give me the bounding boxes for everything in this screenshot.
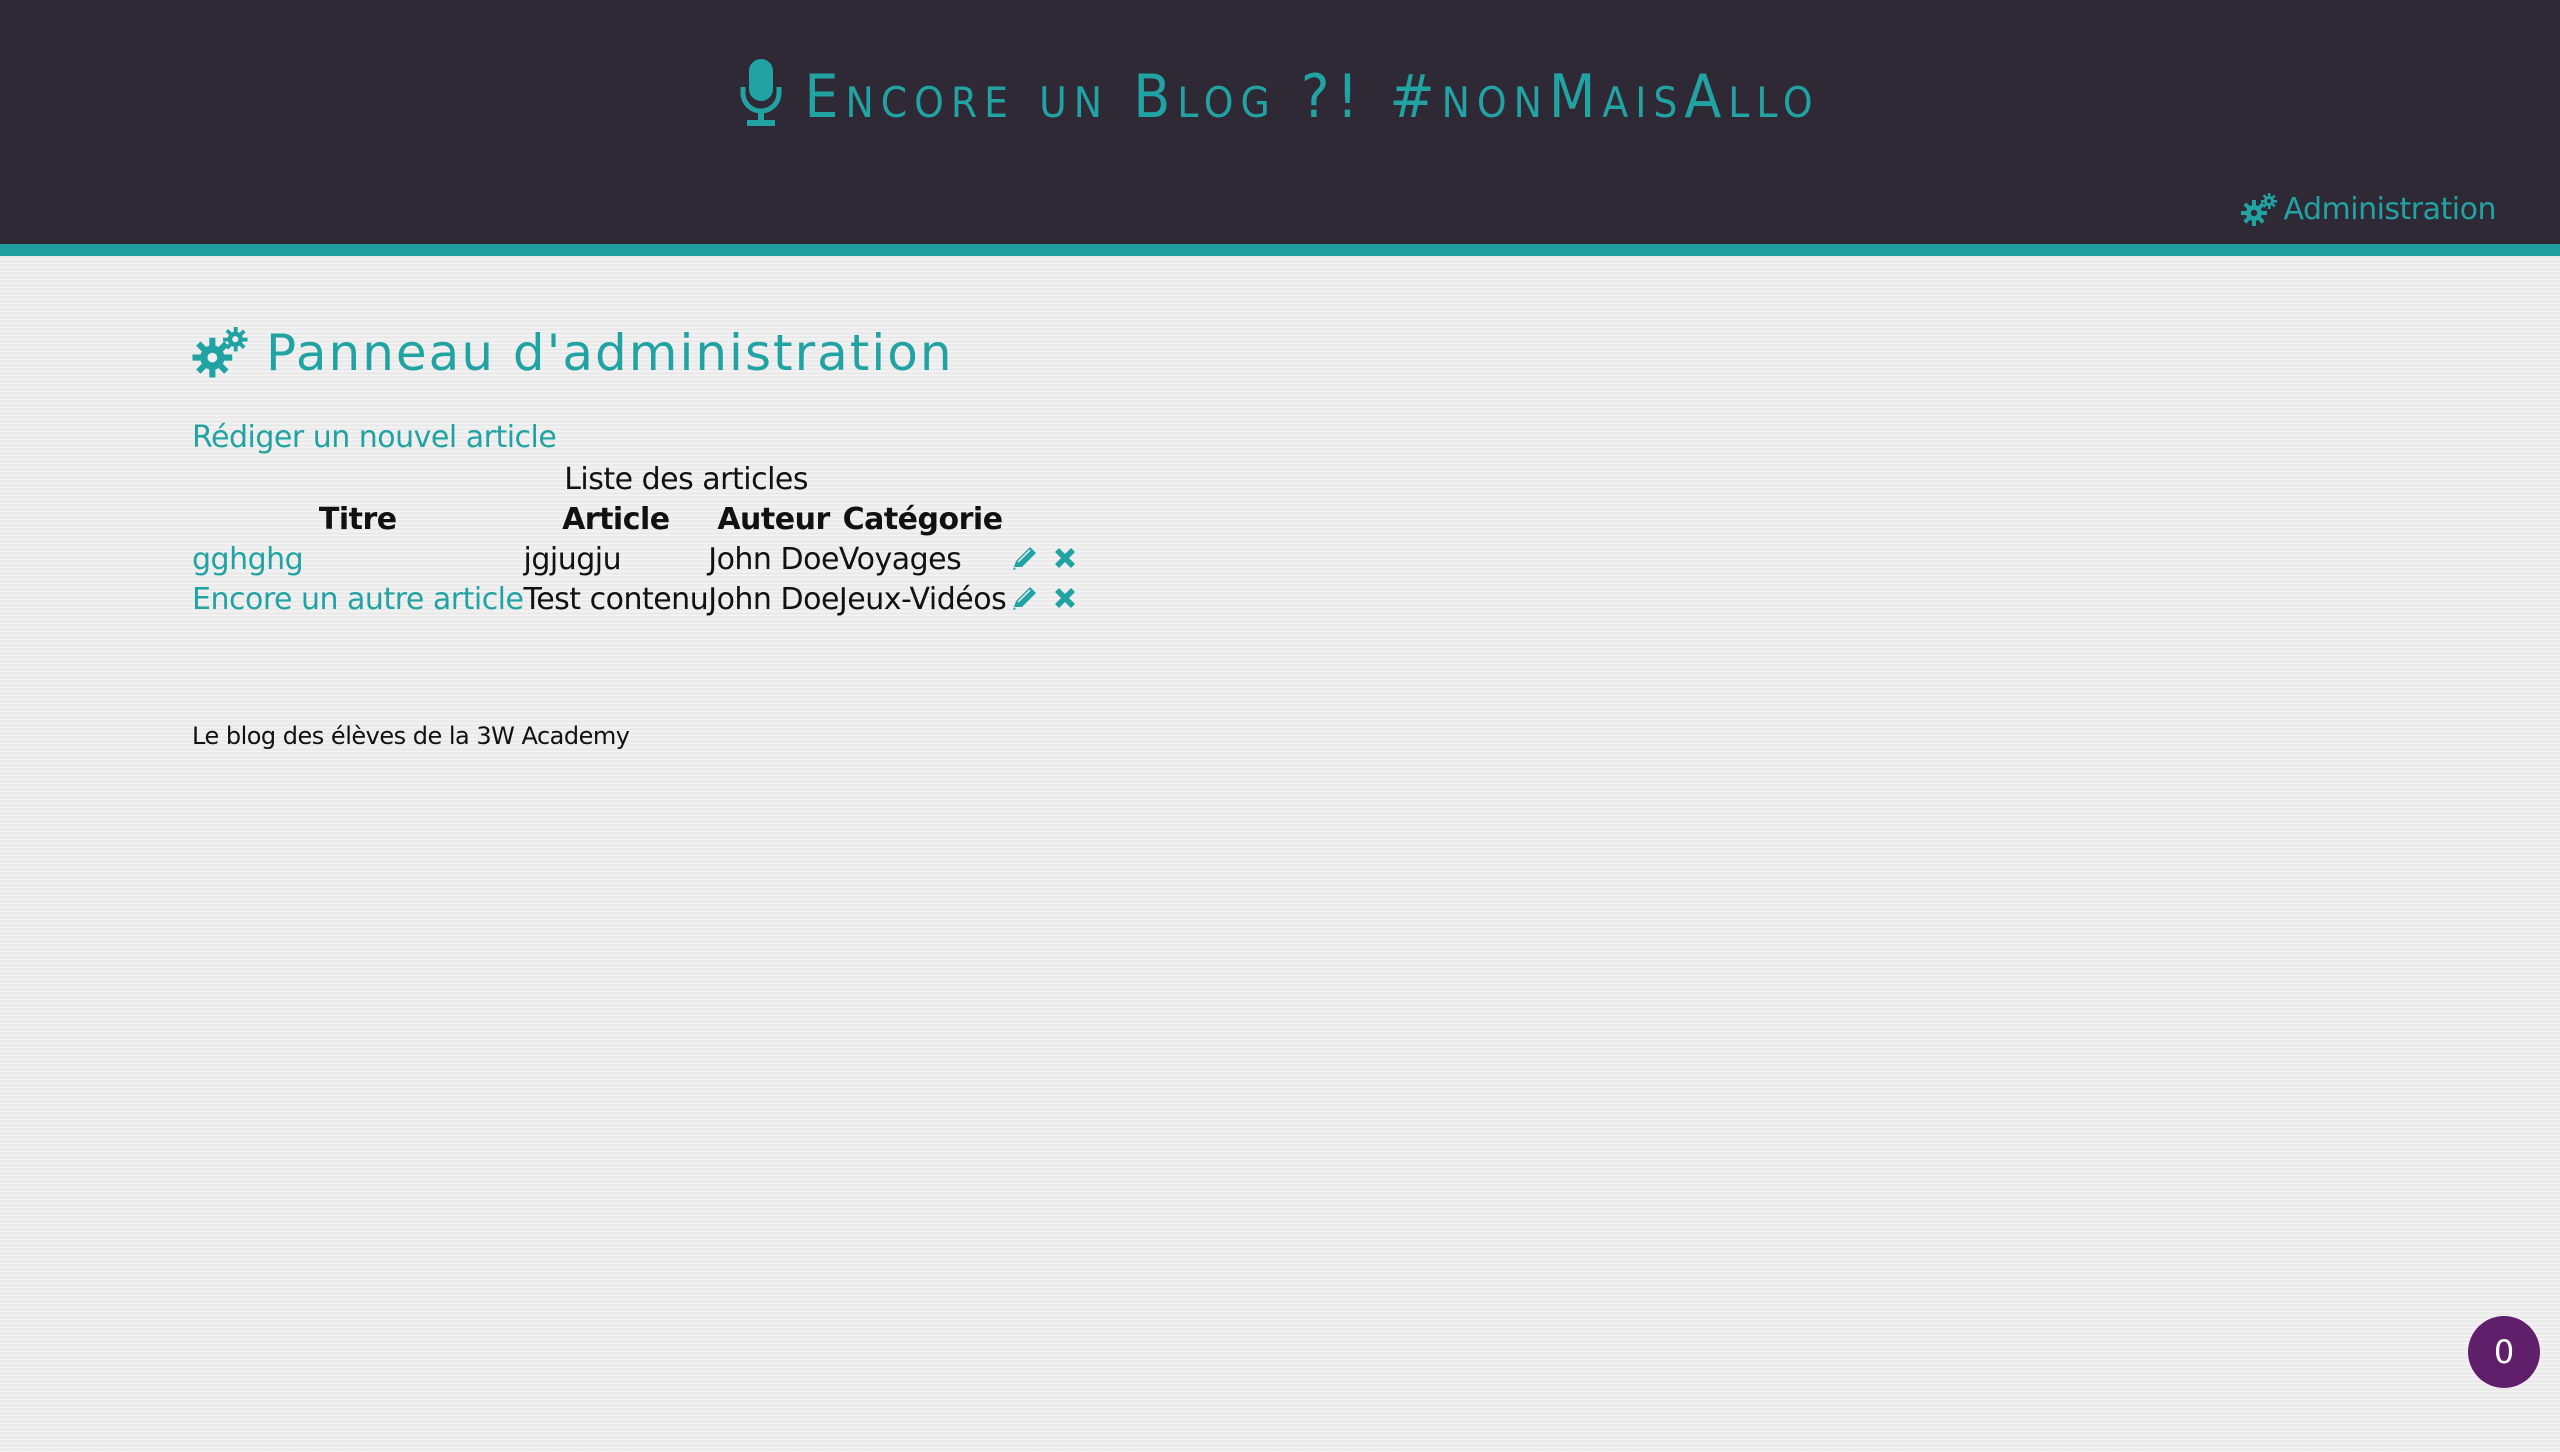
table-row: gghghg jgjugju John Doe Voyages xyxy=(192,540,1090,580)
article-title-link[interactable]: Encore un autre article xyxy=(192,582,524,617)
notification-count-badge[interactable]: 0 xyxy=(2468,1316,2540,1388)
article-title-link[interactable]: gghghg xyxy=(192,542,304,577)
nav-administration-label: Administration xyxy=(2283,192,2496,227)
column-header-category: Catégorie xyxy=(842,502,1003,537)
article-author-cell: John Doe xyxy=(708,582,839,617)
edit-icon[interactable] xyxy=(1010,543,1040,573)
column-header-article: Article xyxy=(562,502,670,537)
row-actions xyxy=(1006,540,1090,580)
article-category-cell: Voyages xyxy=(838,542,962,577)
site-title-text: Encore un Blog ?! #nonMaisAllo xyxy=(804,62,1820,132)
column-header-title: Titre xyxy=(318,502,397,537)
footer-text: Le blog des élèves de la 3W Academy xyxy=(192,722,630,750)
gears-icon xyxy=(2241,192,2278,226)
gears-icon xyxy=(192,327,248,378)
article-content-cell: jgjugju xyxy=(523,542,622,577)
column-header-author: Auteur xyxy=(717,502,830,537)
site-title[interactable]: Encore un Blog ?! #nonMaisAllo xyxy=(0,52,2560,142)
articles-table: Liste des articles Titre Article Auteur … xyxy=(192,460,1090,620)
table-caption: Liste des articles xyxy=(564,462,809,497)
admin-panel: Panneau d'administration Rédiger un nouv… xyxy=(192,318,1592,617)
edit-icon[interactable] xyxy=(1010,583,1040,613)
article-content-cell: Test contenu xyxy=(523,582,709,617)
article-category-cell: Jeux-Vidéos xyxy=(838,582,1007,617)
page-title-text: Panneau d'administration xyxy=(266,324,954,382)
column-header-actions xyxy=(1006,500,1090,540)
microphone-icon xyxy=(740,59,782,126)
page-title: Panneau d'administration xyxy=(192,318,1592,388)
table-row: Encore un autre article Test contenu Joh… xyxy=(192,580,1090,620)
nav-administration-link[interactable]: Administration xyxy=(2241,192,2496,227)
delete-icon[interactable] xyxy=(1050,543,1080,573)
site-header: Encore un Blog ?! #nonMaisAllo Administr… xyxy=(0,0,2560,256)
table-header-row: Titre Article Auteur Catégorie xyxy=(192,500,1090,540)
new-article-link[interactable]: Rédiger un nouvel article xyxy=(192,420,557,455)
row-actions xyxy=(1006,580,1090,620)
delete-icon[interactable] xyxy=(1050,583,1080,613)
article-author-cell: John Doe xyxy=(708,542,839,577)
